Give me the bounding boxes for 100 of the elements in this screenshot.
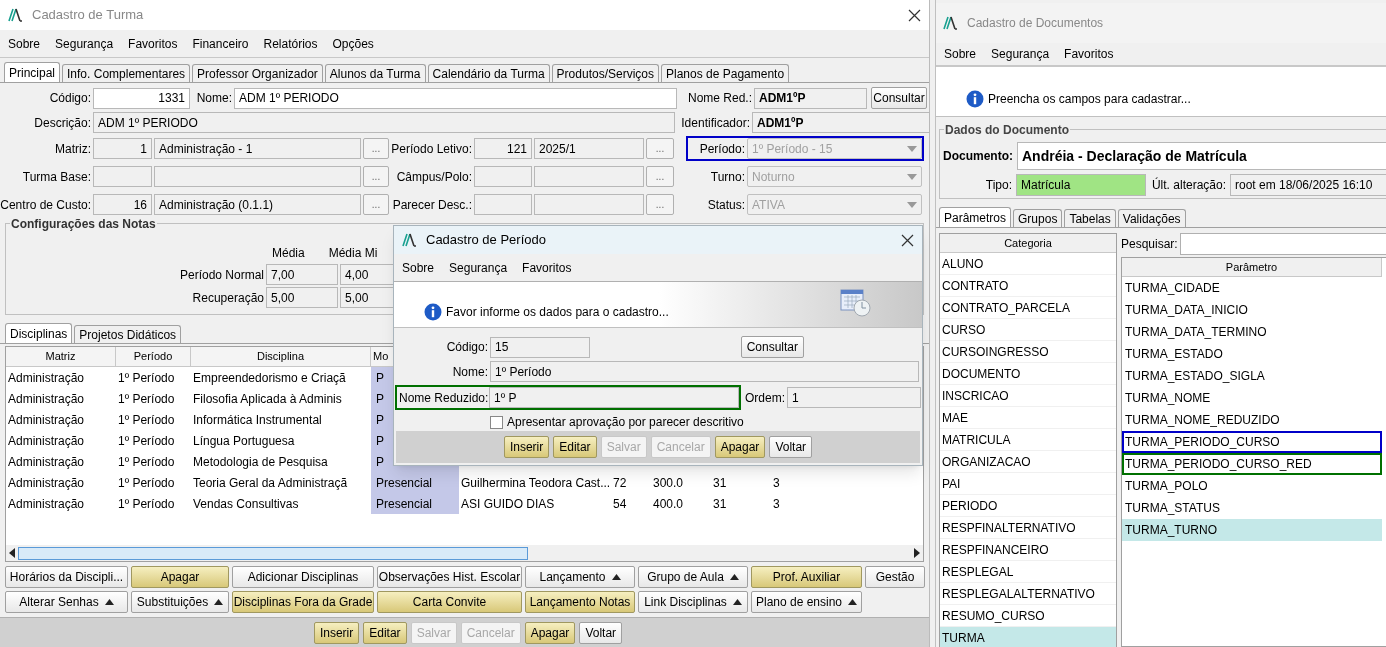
list-item[interactable]: MAE — [940, 407, 1116, 429]
button[interactable]: Carta Convite — [377, 591, 522, 613]
browse-button[interactable]: ... — [646, 194, 674, 215]
checkbox[interactable] — [490, 415, 503, 429]
scrollbar[interactable] — [6, 545, 923, 561]
list-item[interactable]: RESPFINANCEIRO — [940, 539, 1116, 561]
button[interactable]: Observações Hist. Escolar — [377, 566, 522, 588]
text-field[interactable] — [534, 166, 644, 187]
close-icon[interactable] — [908, 8, 921, 22]
tab[interactable]: Validações — [1117, 209, 1186, 227]
tab[interactable]: Principal — [4, 62, 61, 82]
scroll-left-icon[interactable] — [8, 548, 16, 558]
button[interactable]: Voltar — [769, 436, 813, 458]
list-item[interactable]: RESPLEGAL — [940, 561, 1116, 583]
menu-item[interactable]: Sobre — [8, 34, 41, 53]
tab[interactable]: Alunos da Turma — [324, 64, 426, 82]
list-item[interactable]: CURSOINGRESSO — [940, 341, 1116, 363]
list-item[interactable]: DOCUMENTO — [940, 363, 1116, 385]
list-item[interactable]: TURMA_CIDADE — [1122, 277, 1382, 299]
list-item[interactable]: CONTRATO_PARCELA — [940, 297, 1116, 319]
text-field[interactable] — [474, 194, 532, 215]
button[interactable]: Link Disciplinas — [638, 591, 748, 613]
list-item[interactable]: TURMA_NOME_REDUZIDO — [1122, 409, 1382, 431]
button[interactable]: Substituições — [131, 591, 229, 613]
tab[interactable]: Calendário da Turma — [427, 64, 550, 82]
list-item[interactable]: TURMA_POLO — [1122, 475, 1382, 497]
search-field[interactable] — [1179, 233, 1386, 255]
menu-item[interactable]: Segurança — [991, 45, 1050, 63]
button[interactable]: Prof. Auxiliar — [751, 566, 862, 588]
button[interactable]: Voltar — [579, 621, 623, 644]
scroll-right-icon[interactable] — [913, 548, 921, 558]
list-item[interactable]: PAI — [940, 473, 1116, 495]
text-field[interactable]: 1º Período — [490, 361, 919, 382]
button[interactable]: Lançamento — [525, 566, 635, 588]
text-field[interactable] — [93, 166, 152, 187]
tab[interactable]: Disciplinas — [5, 323, 73, 343]
list-item[interactable]: CURSO — [940, 319, 1116, 341]
tab[interactable]: Parâmetros — [939, 207, 1012, 227]
list-item[interactable]: RESPLEGALALTERNATIVO — [940, 583, 1116, 605]
tab[interactable]: Produtos/Serviços — [551, 64, 659, 82]
menu-item[interactable]: Favoritos — [128, 34, 178, 53]
text-field[interactable]: 2025/1 — [534, 138, 644, 159]
button[interactable]: Apagar — [524, 621, 576, 644]
browse-button[interactable]: ... — [646, 138, 674, 159]
button[interactable]: Grupo de Aula — [638, 566, 748, 588]
list-item[interactable]: TURMA_PERIODO_CURSO_RED — [1122, 453, 1382, 475]
list-item[interactable]: RESPFINALTERNATIVO — [940, 517, 1116, 539]
list-item[interactable]: TURMA_ESTADO_SIGLA — [1122, 365, 1382, 387]
list-item[interactable]: ALUNO — [940, 253, 1116, 275]
text-field[interactable]: root em 18/06/2025 16:10 — [1230, 174, 1386, 196]
menu-item[interactable]: Opções — [332, 34, 374, 53]
text-field[interactable]: Matrícula — [1016, 174, 1146, 196]
text-field[interactable]: Andréia - Declaração de Matrícula — [1017, 142, 1386, 170]
list-item[interactable]: TURMA_NOME — [1122, 387, 1382, 409]
text-field[interactable] — [474, 166, 532, 187]
list-item[interactable]: TURMA_DATA_TERMINO — [1122, 321, 1382, 343]
text-field[interactable]: Administração (0.1.1) — [154, 194, 361, 215]
button[interactable]: Plano de ensino — [751, 591, 862, 613]
text-field[interactable]: ADM1ºP — [754, 87, 867, 109]
list-item[interactable]: CONTRATO — [940, 275, 1116, 297]
text-field[interactable]: 1 — [93, 138, 152, 159]
button[interactable]: Inserir — [503, 436, 550, 458]
browse-button[interactable]: ... — [646, 166, 674, 187]
menu-item[interactable]: Segurança — [449, 258, 508, 277]
close-icon[interactable] — [901, 233, 914, 247]
button[interactable]: Apagar — [714, 436, 766, 458]
tab[interactable]: Grupos — [1013, 209, 1063, 227]
menu-item[interactable]: Favoritos — [522, 258, 572, 277]
consultar-button[interactable]: Consultar — [871, 87, 927, 109]
text-field[interactable]: 5,00 — [266, 287, 338, 308]
text-field[interactable]: ADM 1º PERIODO — [93, 112, 675, 133]
tab[interactable]: Info. Complementares — [62, 64, 191, 82]
text-field[interactable]: 7,00 — [266, 264, 338, 285]
tab[interactable]: Projetos Didáticos — [74, 325, 182, 343]
menu-item[interactable]: Segurança — [55, 34, 114, 53]
text-field[interactable] — [154, 166, 361, 187]
text-field[interactable]: 121 — [474, 138, 532, 159]
list-item[interactable]: TURMA_STATUS — [1122, 497, 1382, 519]
text-field[interactable]: 1º P — [489, 387, 739, 408]
button[interactable]: Inserir — [313, 621, 360, 644]
button[interactable]: Editar — [553, 436, 597, 458]
list-item[interactable]: INSCRICAO — [940, 385, 1116, 407]
button[interactable]: Apagar — [131, 566, 229, 588]
list-item[interactable]: TURMA — [940, 627, 1116, 647]
text-field[interactable]: 15 — [490, 336, 590, 358]
menu-item[interactable]: Relatórios — [263, 34, 318, 53]
list-item[interactable]: PERIODO — [940, 495, 1116, 517]
button[interactable]: Editar — [363, 621, 407, 644]
button[interactable]: Adicionar Disciplinas — [232, 566, 374, 588]
text-field[interactable]: 1 — [787, 387, 921, 408]
tab[interactable]: Tabelas — [1064, 209, 1116, 227]
text-field[interactable]: ADM1ºP — [752, 112, 930, 133]
list-item[interactable]: MATRICULA — [940, 429, 1116, 451]
button[interactable]: Alterar Senhas — [5, 591, 128, 613]
browse-button[interactable]: ... — [363, 194, 389, 215]
list-item[interactable]: TURMA_PERIODO_CURSO — [1122, 431, 1382, 453]
list-item[interactable]: TURMA_ESTADO — [1122, 343, 1382, 365]
list-item[interactable]: ORGANIZACAO — [940, 451, 1116, 473]
list-item[interactable]: TURMA_DATA_INICIO — [1122, 299, 1382, 321]
tab[interactable]: Planos de Pagamento — [661, 64, 790, 82]
